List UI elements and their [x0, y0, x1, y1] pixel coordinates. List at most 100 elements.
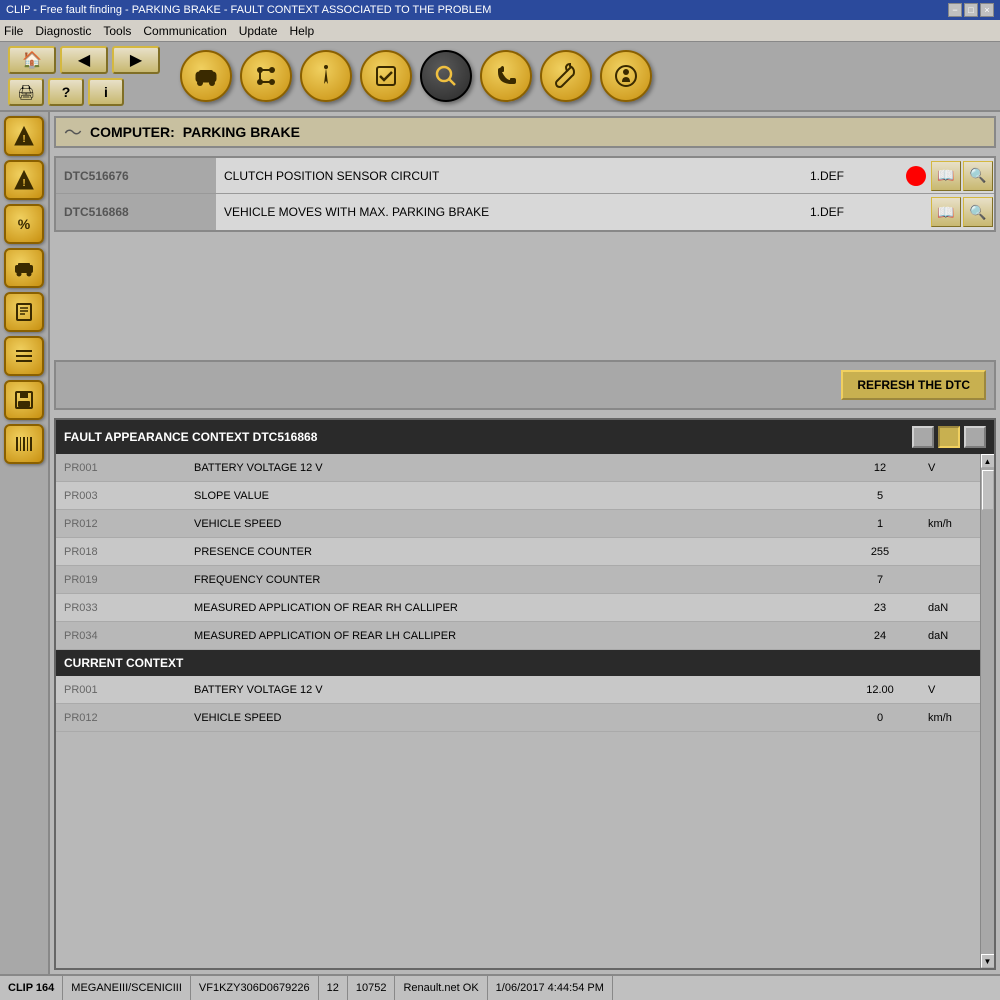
scroll-down-arrow[interactable]: ▼ [981, 954, 995, 968]
status-bar: CLIP 164 MEGANEIII/SCENICIII VF1KZY306D0… [0, 974, 1000, 1000]
title-bar: CLIP - Free fault finding - PARKING BRAK… [0, 0, 1000, 20]
dtc-zoom-btn-1[interactable]: 🔍 [963, 197, 993, 227]
current-ctx-val-1: 0 [840, 704, 920, 731]
sidebar-barcode[interactable] [4, 424, 44, 464]
current-ctx-val-0: 12.00 [840, 676, 920, 703]
ctx-unit-2: km/h [920, 510, 980, 537]
search-icon-btn[interactable] [420, 50, 472, 102]
print-button[interactable]: 🖨 [8, 78, 44, 106]
fault-context-panel: FAULT APPEARANCE CONTEXT DTC516868 PR001… [54, 418, 996, 970]
ctx-desc-5: MEASURED APPLICATION OF REAR RH CALLIPER [186, 594, 840, 621]
menu-tools[interactable]: Tools [103, 24, 131, 38]
home-button[interactable]: 🏠 [8, 46, 56, 74]
back-button[interactable]: ◀ [60, 46, 108, 74]
ctx-unit-4 [920, 566, 980, 593]
red-dot-0 [906, 166, 926, 186]
fault-context-header: FAULT APPEARANCE CONTEXT DTC516868 [56, 420, 994, 454]
touch-icon-btn[interactable] [300, 50, 352, 102]
info-button[interactable]: i [88, 78, 124, 106]
maximize-button[interactable]: □ [964, 3, 978, 17]
status-vehicle: MEGANEIII/SCENICIII [63, 976, 191, 1000]
menu-help[interactable]: Help [289, 24, 314, 38]
status-vin: VF1KZY306D0679226 [191, 976, 319, 1000]
check-icon-btn[interactable] [360, 50, 412, 102]
dtc-zoom-btn-0[interactable]: 🔍 [963, 161, 993, 191]
ctx-val-6: 24 [840, 622, 920, 649]
status-server: Renault.net OK [395, 976, 487, 1000]
help-button[interactable]: ? [48, 78, 84, 106]
ctx-desc-2: VEHICLE SPEED [186, 510, 840, 537]
ctx-desc-3: PRESENCE COUNTER [186, 538, 840, 565]
forward-button[interactable]: ▶ [112, 46, 160, 74]
dtc-status-1: 1.DEF [802, 194, 902, 230]
vehicle-icon-btn[interactable] [180, 50, 232, 102]
ctx-val-4: 7 [840, 566, 920, 593]
refresh-dtc-button[interactable]: REFRESH THE DTC [841, 370, 986, 400]
wrench-icon-btn[interactable] [540, 50, 592, 102]
menu-communication[interactable]: Communication [143, 24, 226, 38]
ctx-row-5: PR033 MEASURED APPLICATION OF REAR RH CA… [56, 594, 980, 622]
transmission-icon-btn[interactable] [240, 50, 292, 102]
dtc-book-btn-0[interactable]: 📖 [931, 161, 961, 191]
status-code: 10752 [348, 976, 396, 1000]
computer-header: 〜 COMPUTER: PARKING BRAKE [54, 116, 996, 148]
title-text: CLIP - Free fault finding - PARKING BRAK… [6, 4, 491, 16]
empty-area [50, 236, 1000, 356]
sidebar-list[interactable] [4, 336, 44, 376]
fh-btn-square2[interactable] [938, 426, 960, 448]
main-area: ! ! % 〜 COMPUTER: PARKING BRAKE [0, 112, 1000, 974]
ctx-row-3: PR018 PRESENCE COUNTER 255 [56, 538, 980, 566]
ctx-code-1: PR003 [56, 482, 186, 509]
scroll-up-arrow[interactable]: ▲ [981, 454, 995, 468]
phone-icon-btn[interactable] [480, 50, 532, 102]
minimize-button[interactable]: − [948, 3, 962, 17]
ctx-row-4: PR019 FREQUENCY COUNTER 7 [56, 566, 980, 594]
ctx-code-2: PR012 [56, 510, 186, 537]
sidebar-warning1[interactable]: ! [4, 116, 44, 156]
sidebar-warning2[interactable]: ! [4, 160, 44, 200]
current-ctx-unit-0: V [920, 676, 980, 703]
ctx-code-4: PR019 [56, 566, 186, 593]
sidebar-book[interactable] [4, 292, 44, 332]
dtc-code-0: DTC516676 [56, 158, 216, 193]
ctx-row-2: PR012 VEHICLE SPEED 1 km/h [56, 510, 980, 538]
fh-btn-square3[interactable] [964, 426, 986, 448]
menu-file[interactable]: File [4, 24, 23, 38]
sidebar-percent[interactable]: % [4, 204, 44, 244]
ctx-val-2: 1 [840, 510, 920, 537]
toolbar-left: 🏠 ◀ ▶ 🖨 ? i [8, 46, 160, 106]
ctx-val-1: 5 [840, 482, 920, 509]
ctx-val-0: 12 [840, 454, 920, 481]
current-ctx-desc-1: VEHICLE SPEED [186, 704, 840, 731]
status-number: 12 [319, 976, 348, 1000]
current-ctx-desc-0: BATTERY VOLTAGE 12 V [186, 676, 840, 703]
fh-btn-square1[interactable] [912, 426, 934, 448]
expert-icon-btn[interactable] [600, 50, 652, 102]
svg-text:!: ! [22, 134, 25, 145]
sidebar-save[interactable] [4, 380, 44, 420]
current-ctx-unit-1: km/h [920, 704, 980, 731]
ctx-unit-0: V [920, 454, 980, 481]
dtc-actions-0: 📖 🔍 [902, 158, 994, 193]
sidebar-car[interactable] [4, 248, 44, 288]
ctx-unit-1 [920, 482, 980, 509]
current-ctx-row-1: PR012 VEHICLE SPEED 0 km/h [56, 704, 980, 732]
ctx-code-5: PR033 [56, 594, 186, 621]
ctx-unit-3 [920, 538, 980, 565]
close-button[interactable]: × [980, 3, 994, 17]
current-ctx-row-0: PR001 BATTERY VOLTAGE 12 V 12.00 V [56, 676, 980, 704]
menu-update[interactable]: Update [239, 24, 278, 38]
current-ctx-code-1: PR012 [56, 704, 186, 731]
scroll-thumb[interactable] [982, 470, 994, 510]
ctx-desc-6: MEASURED APPLICATION OF REAR LH CALLIPER [186, 622, 840, 649]
ctx-code-6: PR034 [56, 622, 186, 649]
menu-diagnostic[interactable]: Diagnostic [35, 24, 91, 38]
computer-name: PARKING BRAKE [183, 124, 300, 140]
toolbar-row-bottom: 🖨 ? i [8, 78, 160, 106]
current-context-header: CURRENT CONTEXT [56, 650, 980, 676]
dtc-book-btn-1[interactable]: 📖 [931, 197, 961, 227]
dtc-actions-1: 📖 🔍 [902, 194, 994, 230]
menu-bar: File Diagnostic Tools Communication Upda… [0, 20, 1000, 42]
dtc-row-1: DTC516868 VEHICLE MOVES WITH MAX. PARKIN… [56, 194, 994, 230]
fault-context-table: PR001 BATTERY VOLTAGE 12 V 12 V PR003 SL… [56, 454, 980, 968]
